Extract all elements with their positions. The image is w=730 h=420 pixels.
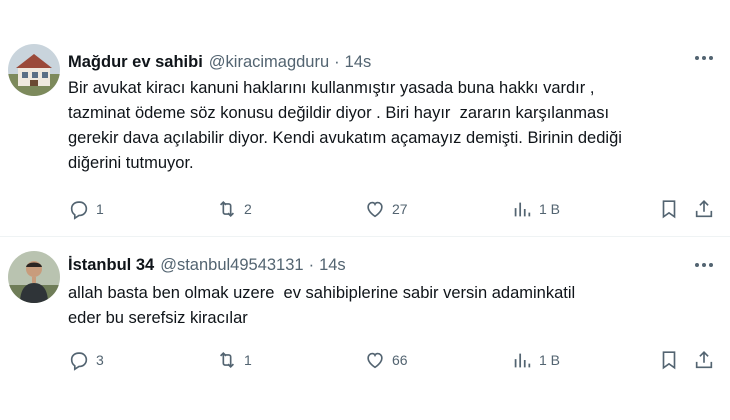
- avatar[interactable]: [8, 44, 60, 96]
- like-count: 66: [392, 352, 408, 368]
- more-icon: [695, 263, 713, 267]
- bookmark-icon: [662, 200, 676, 219]
- like-icon: [367, 352, 383, 369]
- repost-icon: [219, 200, 235, 218]
- display-name[interactable]: Mağdur ev sahibi: [68, 53, 203, 72]
- tweet-text: allah basta ben olmak uzere ev sahibiple…: [68, 284, 576, 327]
- repost-icon: [219, 351, 235, 369]
- reply-count: 3: [96, 352, 104, 368]
- timestamp[interactable]: 14s: [345, 53, 372, 72]
- repost-button[interactable]: 1: [216, 348, 252, 372]
- display-name[interactable]: İstanbul 34: [68, 256, 154, 275]
- repost-count: 1: [244, 352, 252, 368]
- views-icon: [514, 353, 531, 368]
- more-button[interactable]: [690, 255, 718, 275]
- tweet-text: Bir avukat kiracı kanuni haklarını kulla…: [68, 79, 622, 172]
- share-button[interactable]: [693, 197, 715, 221]
- view-count: 1 B: [539, 352, 561, 368]
- user-handle[interactable]: @stanbul49543131: [160, 256, 303, 275]
- tweet-divider: [0, 236, 730, 237]
- views-icon: [514, 202, 531, 217]
- like-count: 27: [392, 201, 408, 217]
- reply-icon: [70, 201, 88, 220]
- share-icon: [695, 200, 713, 218]
- views-button[interactable]: 1 B: [511, 197, 560, 221]
- share-icon: [695, 351, 713, 369]
- action-bar: 3 1 66 1 B: [68, 348, 718, 372]
- like-icon: [367, 201, 383, 218]
- bookmark-button[interactable]: [658, 348, 680, 372]
- tweet-header: Mağdur ev sahibi @kiracimagduru · 14s: [68, 50, 371, 74]
- view-count: 1 B: [539, 201, 561, 217]
- bookmark-icon: [662, 351, 676, 370]
- action-bar: 1 2 27 1 B: [68, 197, 718, 221]
- more-icon: [695, 56, 713, 60]
- reply-button[interactable]: 3: [68, 348, 104, 372]
- like-button[interactable]: 66: [364, 348, 408, 372]
- timestamp[interactable]: 14s: [319, 256, 346, 275]
- avatar[interactable]: [8, 251, 60, 303]
- reply-count: 1: [96, 201, 104, 217]
- reply-icon: [70, 352, 88, 371]
- more-button[interactable]: [690, 48, 718, 68]
- views-button[interactable]: 1 B: [511, 348, 560, 372]
- user-handle[interactable]: @kiracimagduru: [209, 53, 329, 72]
- bookmark-button[interactable]: [658, 197, 680, 221]
- separator-dot: ·: [308, 255, 315, 274]
- separator-dot: ·: [334, 52, 340, 71]
- tweet-header: İstanbul 34 @stanbul49543131 · 14s: [68, 253, 346, 277]
- reply-button[interactable]: 1: [68, 197, 104, 221]
- like-button[interactable]: 27: [364, 197, 408, 221]
- repost-count: 2: [244, 201, 252, 217]
- share-button[interactable]: [693, 348, 715, 372]
- repost-button[interactable]: 2: [216, 197, 252, 221]
